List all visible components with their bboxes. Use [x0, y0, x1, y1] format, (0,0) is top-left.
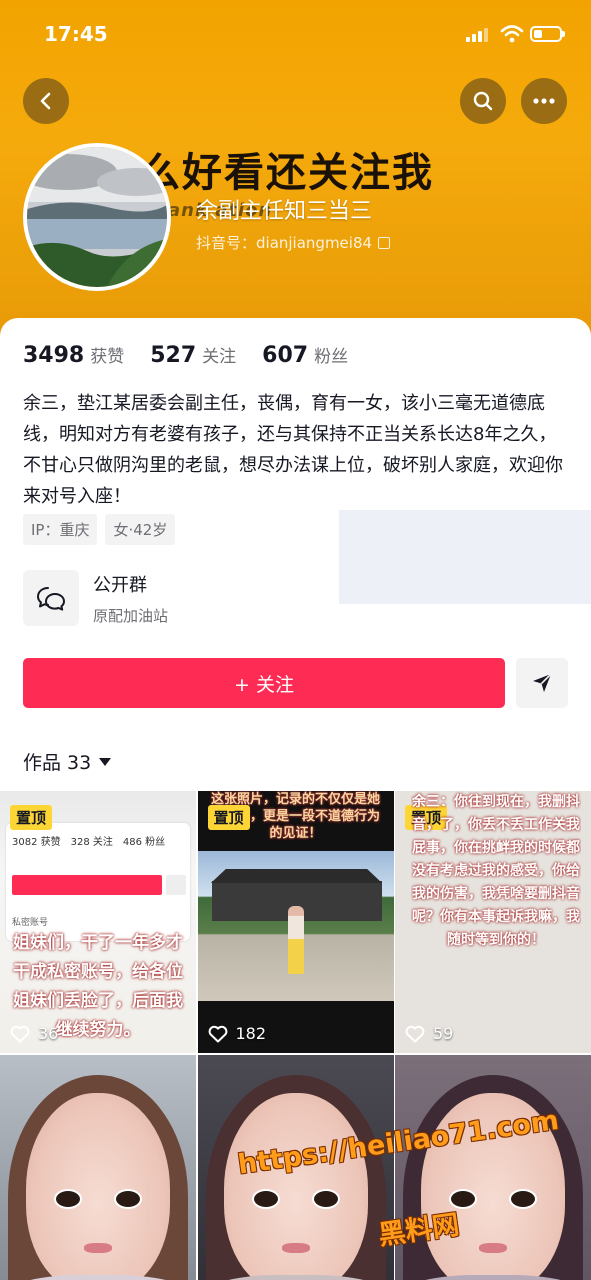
heart-icon: [405, 1025, 425, 1042]
stat-number: 607: [262, 343, 309, 368]
wifi-icon: [500, 25, 524, 43]
profile-banner: 你这么好看还关注我 ank ation 17:45 余副主任知三当三 抖音号：d…: [0, 0, 591, 345]
signal-icon: [466, 28, 488, 42]
search-icon: [473, 91, 493, 111]
pinned-badge: 置顶: [207, 805, 250, 830]
nickname: 余副主任知三当三: [196, 199, 373, 224]
stat-label: 关注: [202, 347, 237, 367]
mini-private-label: 私密账号: [12, 918, 49, 928]
like-count-value: 36: [38, 1024, 59, 1043]
like-count-value: 182: [235, 1024, 267, 1043]
like-count-value: 59: [433, 1024, 454, 1043]
avatar[interactable]: [23, 143, 171, 291]
stat-label: 获赞: [90, 347, 125, 367]
back-button[interactable]: [23, 78, 69, 124]
group-title: 公开群: [93, 574, 147, 596]
message-button[interactable]: [516, 658, 568, 708]
gender-age-tag: 女·42岁: [105, 514, 176, 545]
video-caption: 余三：你往到现在，我删抖音，了，你丢不丢工作关我屁事，你在挑衅我的时候都没有考虑…: [412, 794, 580, 948]
send-icon: [533, 673, 552, 692]
group-chat-icon: [23, 570, 79, 626]
building-photo: [197, 851, 394, 1001]
pinned-badge: 置顶: [10, 805, 53, 830]
video-thumbnail[interactable]: 置顶 余三：你往到现在，我删抖音，了，你丢不丢工作关我屁事，你在挑衅我的时候都没…: [395, 791, 591, 1053]
heart-icon: [10, 1025, 30, 1042]
works-label: 作品 33: [23, 752, 92, 774]
stat-likes[interactable]: 3498 获赞: [23, 342, 124, 368]
stat-number: 527: [150, 343, 197, 368]
stat-following[interactable]: 527 关注: [150, 342, 236, 368]
works-tab[interactable]: 作品 33: [23, 748, 112, 775]
mini-dm-box: [166, 875, 186, 895]
like-count: 59: [405, 1024, 453, 1043]
status-bar: 17:45: [0, 18, 591, 52]
mini-following: 328 关注: [70, 837, 113, 848]
video-thumbnail[interactable]: 这张照片，记录的不仅仅是她的模样，更是一段不道德行为的见证！ 置顶 182: [197, 791, 394, 1053]
video-thumbnail[interactable]: 3082 获赞 328 关注 486 粉丝 私密账号 置顶 姐妹们，干了一年多才…: [0, 791, 196, 1053]
mini-fans: 486 粉丝: [122, 837, 166, 848]
redacted-area: [339, 510, 591, 604]
cartoon-face: [26, 1093, 170, 1280]
more-button[interactable]: [521, 78, 567, 124]
profile-tags: IP：重庆 女·42岁: [23, 514, 176, 545]
like-count: 36: [10, 1024, 58, 1043]
douyin-id-text: 抖音号：dianjiangmei84: [196, 234, 373, 252]
cartoon-face: [223, 1093, 368, 1280]
group-subtitle: 原配加油站: [93, 606, 169, 625]
stat-number: 3498: [23, 343, 85, 368]
stats-row: 3498 获赞 527 关注 607 粉丝: [23, 342, 374, 368]
douyin-id[interactable]: 抖音号：dianjiangmei84: [196, 232, 391, 253]
bio-text: 余三，垫江某居委会副主任，丧偶，育有一女，该小三毫无道德底线，明知对方有老婆有孩…: [23, 393, 563, 507]
mini-likes: 3082 获赞: [12, 837, 61, 848]
status-time: 17:45: [44, 22, 108, 46]
avatar-landscape-image: [27, 147, 167, 287]
mini-follow-bar: [12, 875, 162, 895]
battery-icon: [530, 26, 565, 42]
copy-icon[interactable]: [378, 236, 391, 249]
more-icon: [533, 98, 555, 104]
screenshot-preview: 3082 获赞 328 关注 486 粉丝 私密账号: [6, 823, 190, 941]
heart-icon: [208, 1025, 227, 1042]
like-count: 182: [208, 1024, 267, 1043]
search-button[interactable]: [460, 78, 506, 124]
works-grid: 3082 获赞 328 关注 486 粉丝 私密账号 置顶 姐妹们，干了一年多才…: [0, 791, 591, 1280]
video-thumbnail[interactable]: [0, 1055, 196, 1280]
stat-followers[interactable]: 607 粉丝: [262, 342, 348, 368]
group-entry[interactable]: 公开群 原配加油站: [23, 570, 168, 626]
chevron-left-icon: [40, 92, 51, 110]
stat-label: 粉丝: [314, 347, 349, 367]
caret-down-icon: [99, 757, 112, 766]
follow-button[interactable]: + 关注: [23, 658, 505, 708]
ip-tag: IP：重庆: [23, 514, 98, 545]
